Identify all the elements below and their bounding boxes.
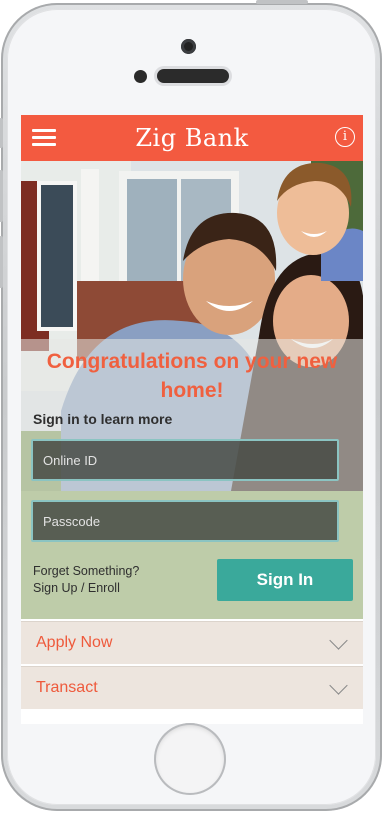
front-camera <box>181 39 196 54</box>
apply-now-row[interactable]: Apply Now <box>21 621 363 664</box>
promo-headline: Congratulations on your new home! <box>46 350 338 402</box>
mute-switch <box>0 118 3 148</box>
earpiece-speaker <box>157 69 229 83</box>
volume-down-button <box>0 236 3 288</box>
chevron-down-icon <box>329 676 348 695</box>
transact-row[interactable]: Transact <box>21 666 363 709</box>
info-icon[interactable]: i <box>335 127 355 147</box>
proximity-sensor <box>134 70 147 83</box>
forgot-link[interactable]: Forget Something? <box>33 563 139 580</box>
apply-now-label: Apply Now <box>36 634 113 651</box>
online-id-input[interactable] <box>31 439 339 481</box>
power-button <box>256 0 308 4</box>
signup-enroll-link[interactable]: Sign Up / Enroll <box>33 580 139 597</box>
volume-up-button <box>0 170 3 222</box>
transact-label: Transact <box>36 679 98 696</box>
passcode-input[interactable] <box>31 500 339 542</box>
chevron-down-icon <box>329 631 348 650</box>
help-links: Forget Something? Sign Up / Enroll <box>33 563 139 597</box>
signin-button[interactable]: Sign In <box>217 559 353 601</box>
app-title: Zig Bank <box>135 124 249 152</box>
home-button[interactable] <box>154 723 226 795</box>
top-app-bar: Zig Bank i <box>21 115 363 161</box>
signin-prompt: Sign in to learn more <box>33 411 173 427</box>
app-screen: Zig Bank i Congratulations on your new h… <box>21 115 363 724</box>
